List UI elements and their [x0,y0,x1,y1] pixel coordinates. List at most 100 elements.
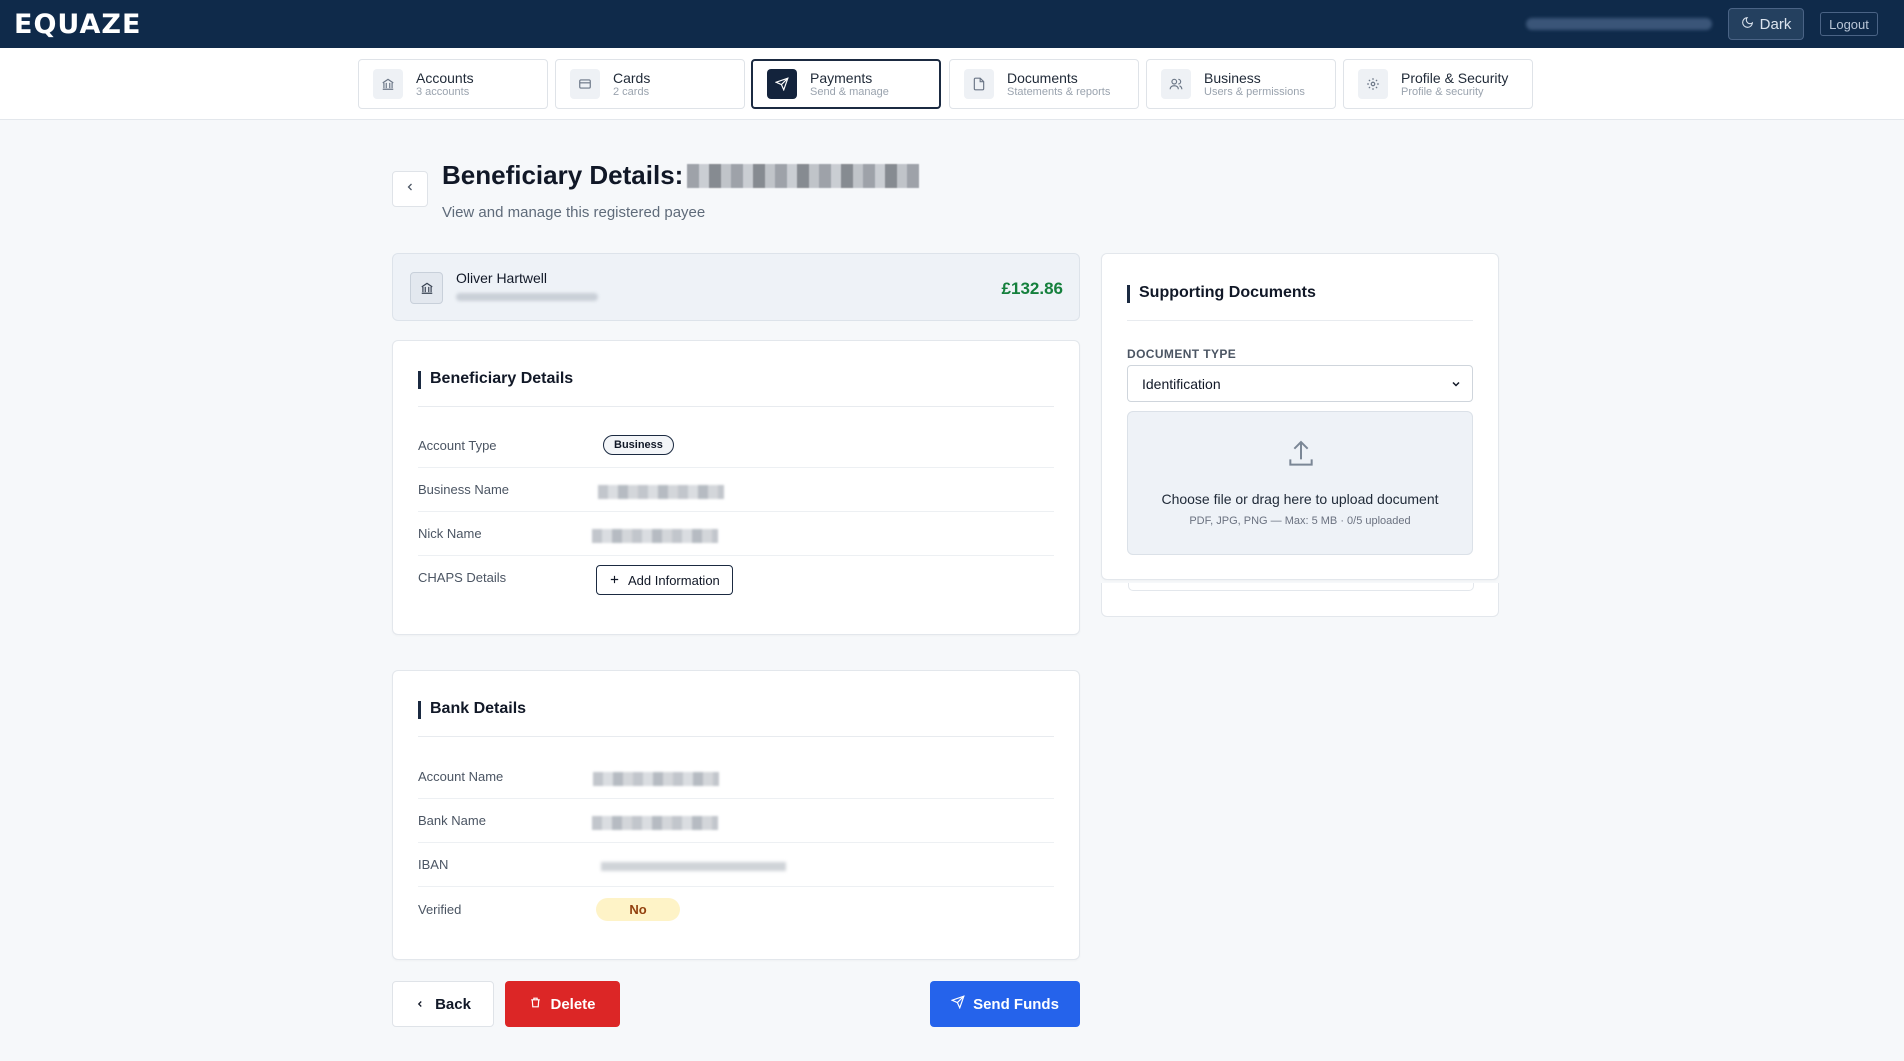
supporting-documents-card: Supporting Documents DOCUMENT TYPE Ident… [1101,253,1499,580]
tab-payments-title: Payments [810,69,873,86]
verified-status-badge: No [596,898,680,921]
account-name-label: Account Name [418,769,504,784]
tab-business-title: Business [1204,69,1261,86]
section-title-documents: Supporting Documents [1127,284,1316,303]
add-information-label: Add Information [628,572,720,588]
tab-cards-sub: 2 cards [613,85,650,98]
nick-name-redacted [592,529,718,543]
chevron-left-icon [404,180,416,198]
bank-icon [373,69,403,99]
back-arrow-button[interactable] [392,171,428,207]
page-subtitle: View and manage this registered payee [442,204,706,221]
logout-button[interactable]: Logout [1820,12,1878,36]
tab-business[interactable]: Business Users & permissions [1146,59,1336,109]
theme-toggle-button[interactable]: Dark [1728,8,1804,40]
tab-accounts-sub: 3 accounts [416,85,470,98]
app-logo[interactable]: EQUAZE [14,9,141,40]
send-icon [950,995,965,1013]
iban-redacted [601,862,786,871]
chaps-label: CHAPS Details [418,570,507,585]
delete-button[interactable]: Delete [505,981,620,1027]
section-title-beneficiary: Beneficiary Details [418,370,573,389]
beneficiary-name-redacted [687,163,920,188]
row-chaps: CHAPS Details Add Information [418,556,1054,600]
documents-list-edge [1128,583,1474,591]
document-icon [964,69,994,99]
row-bank-name: Bank Name [418,799,1054,843]
row-business-name: Business Name [418,468,1054,512]
bank-name-label: Bank Name [418,813,486,828]
tab-documents[interactable]: Documents Statements & reports [949,59,1139,109]
divider [418,406,1054,407]
business-name-redacted [598,485,724,499]
payee-account-redacted [456,293,598,301]
tab-profile-sub: Profile & security [1401,85,1484,98]
send-icon [767,69,797,99]
moon-icon [1741,16,1754,33]
tab-accounts-title: Accounts [416,69,474,86]
document-type-select[interactable]: Identification [1127,365,1473,402]
payee-name: Oliver Hartwell [456,270,548,286]
bank-details-card: Bank Details Account Name Bank Name IBAN… [392,670,1080,960]
top-bar: EQUAZE Dark Logout [0,0,1904,48]
verified-label: Verified [418,902,462,917]
tab-profile-security[interactable]: Profile & Security Profile & security [1343,59,1533,109]
file-upload-dropzone[interactable]: Choose file or drag here to upload docum… [1127,411,1473,555]
divider [418,736,1054,737]
payee-amount: £132.86 [1001,279,1063,298]
tab-business-sub: Users & permissions [1204,85,1305,98]
chevron-down-icon [1450,377,1462,393]
add-information-button[interactable]: Add Information [596,565,733,595]
nick-name-label: Nick Name [418,526,482,541]
tab-payments[interactable]: Payments Send & manage [751,59,941,109]
document-type-value: Identification [1142,375,1221,392]
user-email-redacted [1526,18,1712,30]
delete-button-label: Delete [550,995,596,1013]
main-nav: Accounts 3 accounts Cards 2 cards Payments… [0,48,1904,120]
trash-icon [529,996,542,1013]
users-icon [1161,69,1191,99]
send-funds-button[interactable]: Send Funds [930,981,1080,1027]
tab-documents-sub: Statements & reports [1007,85,1111,98]
upload-icon [1285,438,1317,475]
card-icon [570,69,600,99]
account-type-badge: Business [603,435,674,455]
page-title-text: Beneficiary Details: [442,160,684,190]
tab-payments-sub: Send & manage [810,85,889,98]
page-title: Beneficiary Details: [442,160,920,191]
row-iban: IBAN [418,843,1054,887]
documents-card-extension [1101,583,1499,617]
chaps-value-wrap: Add Information [596,565,733,595]
back-button-label: Back [435,995,471,1013]
send-funds-label: Send Funds [973,995,1059,1013]
account-type-label: Account Type [418,438,497,453]
row-account-name: Account Name [418,755,1054,799]
document-type-label: DOCUMENT TYPE [1127,347,1237,361]
bank-icon [410,272,443,304]
tab-accounts[interactable]: Accounts 3 accounts [358,59,548,109]
iban-label: IBAN [418,857,449,872]
upload-instruction: Choose file or drag here to upload docum… [1161,491,1439,507]
row-nick-name: Nick Name [418,512,1054,556]
gear-icon [1358,69,1388,99]
bank-name-redacted [592,816,718,830]
row-verified: Verified No [418,887,1054,931]
theme-toggle-label: Dark [1759,15,1792,33]
tab-cards-title: Cards [613,69,651,86]
back-button[interactable]: Back [392,981,494,1027]
divider [1127,320,1473,321]
payee-summary-card: Oliver Hartwell £132.86 [392,253,1080,321]
plus-icon [609,573,620,588]
section-title-bank: Bank Details [418,700,526,719]
account-name-redacted [593,772,719,786]
chevron-left-icon [415,996,425,1013]
tab-documents-title: Documents [1007,69,1078,86]
beneficiary-details-card: Beneficiary Details Account Type Busines… [392,340,1080,635]
row-account-type: Account Type Business [418,424,1054,468]
tab-profile-title: Profile & Security [1401,69,1509,86]
business-name-label: Business Name [418,482,510,497]
tab-cards[interactable]: Cards 2 cards [555,59,745,109]
account-type-value-wrap: Business [603,435,674,455]
upload-hint: PDF, JPG, PNG — Max: 5 MB · 0/5 uploaded [1189,515,1411,527]
verified-value-wrap: No [596,898,680,921]
